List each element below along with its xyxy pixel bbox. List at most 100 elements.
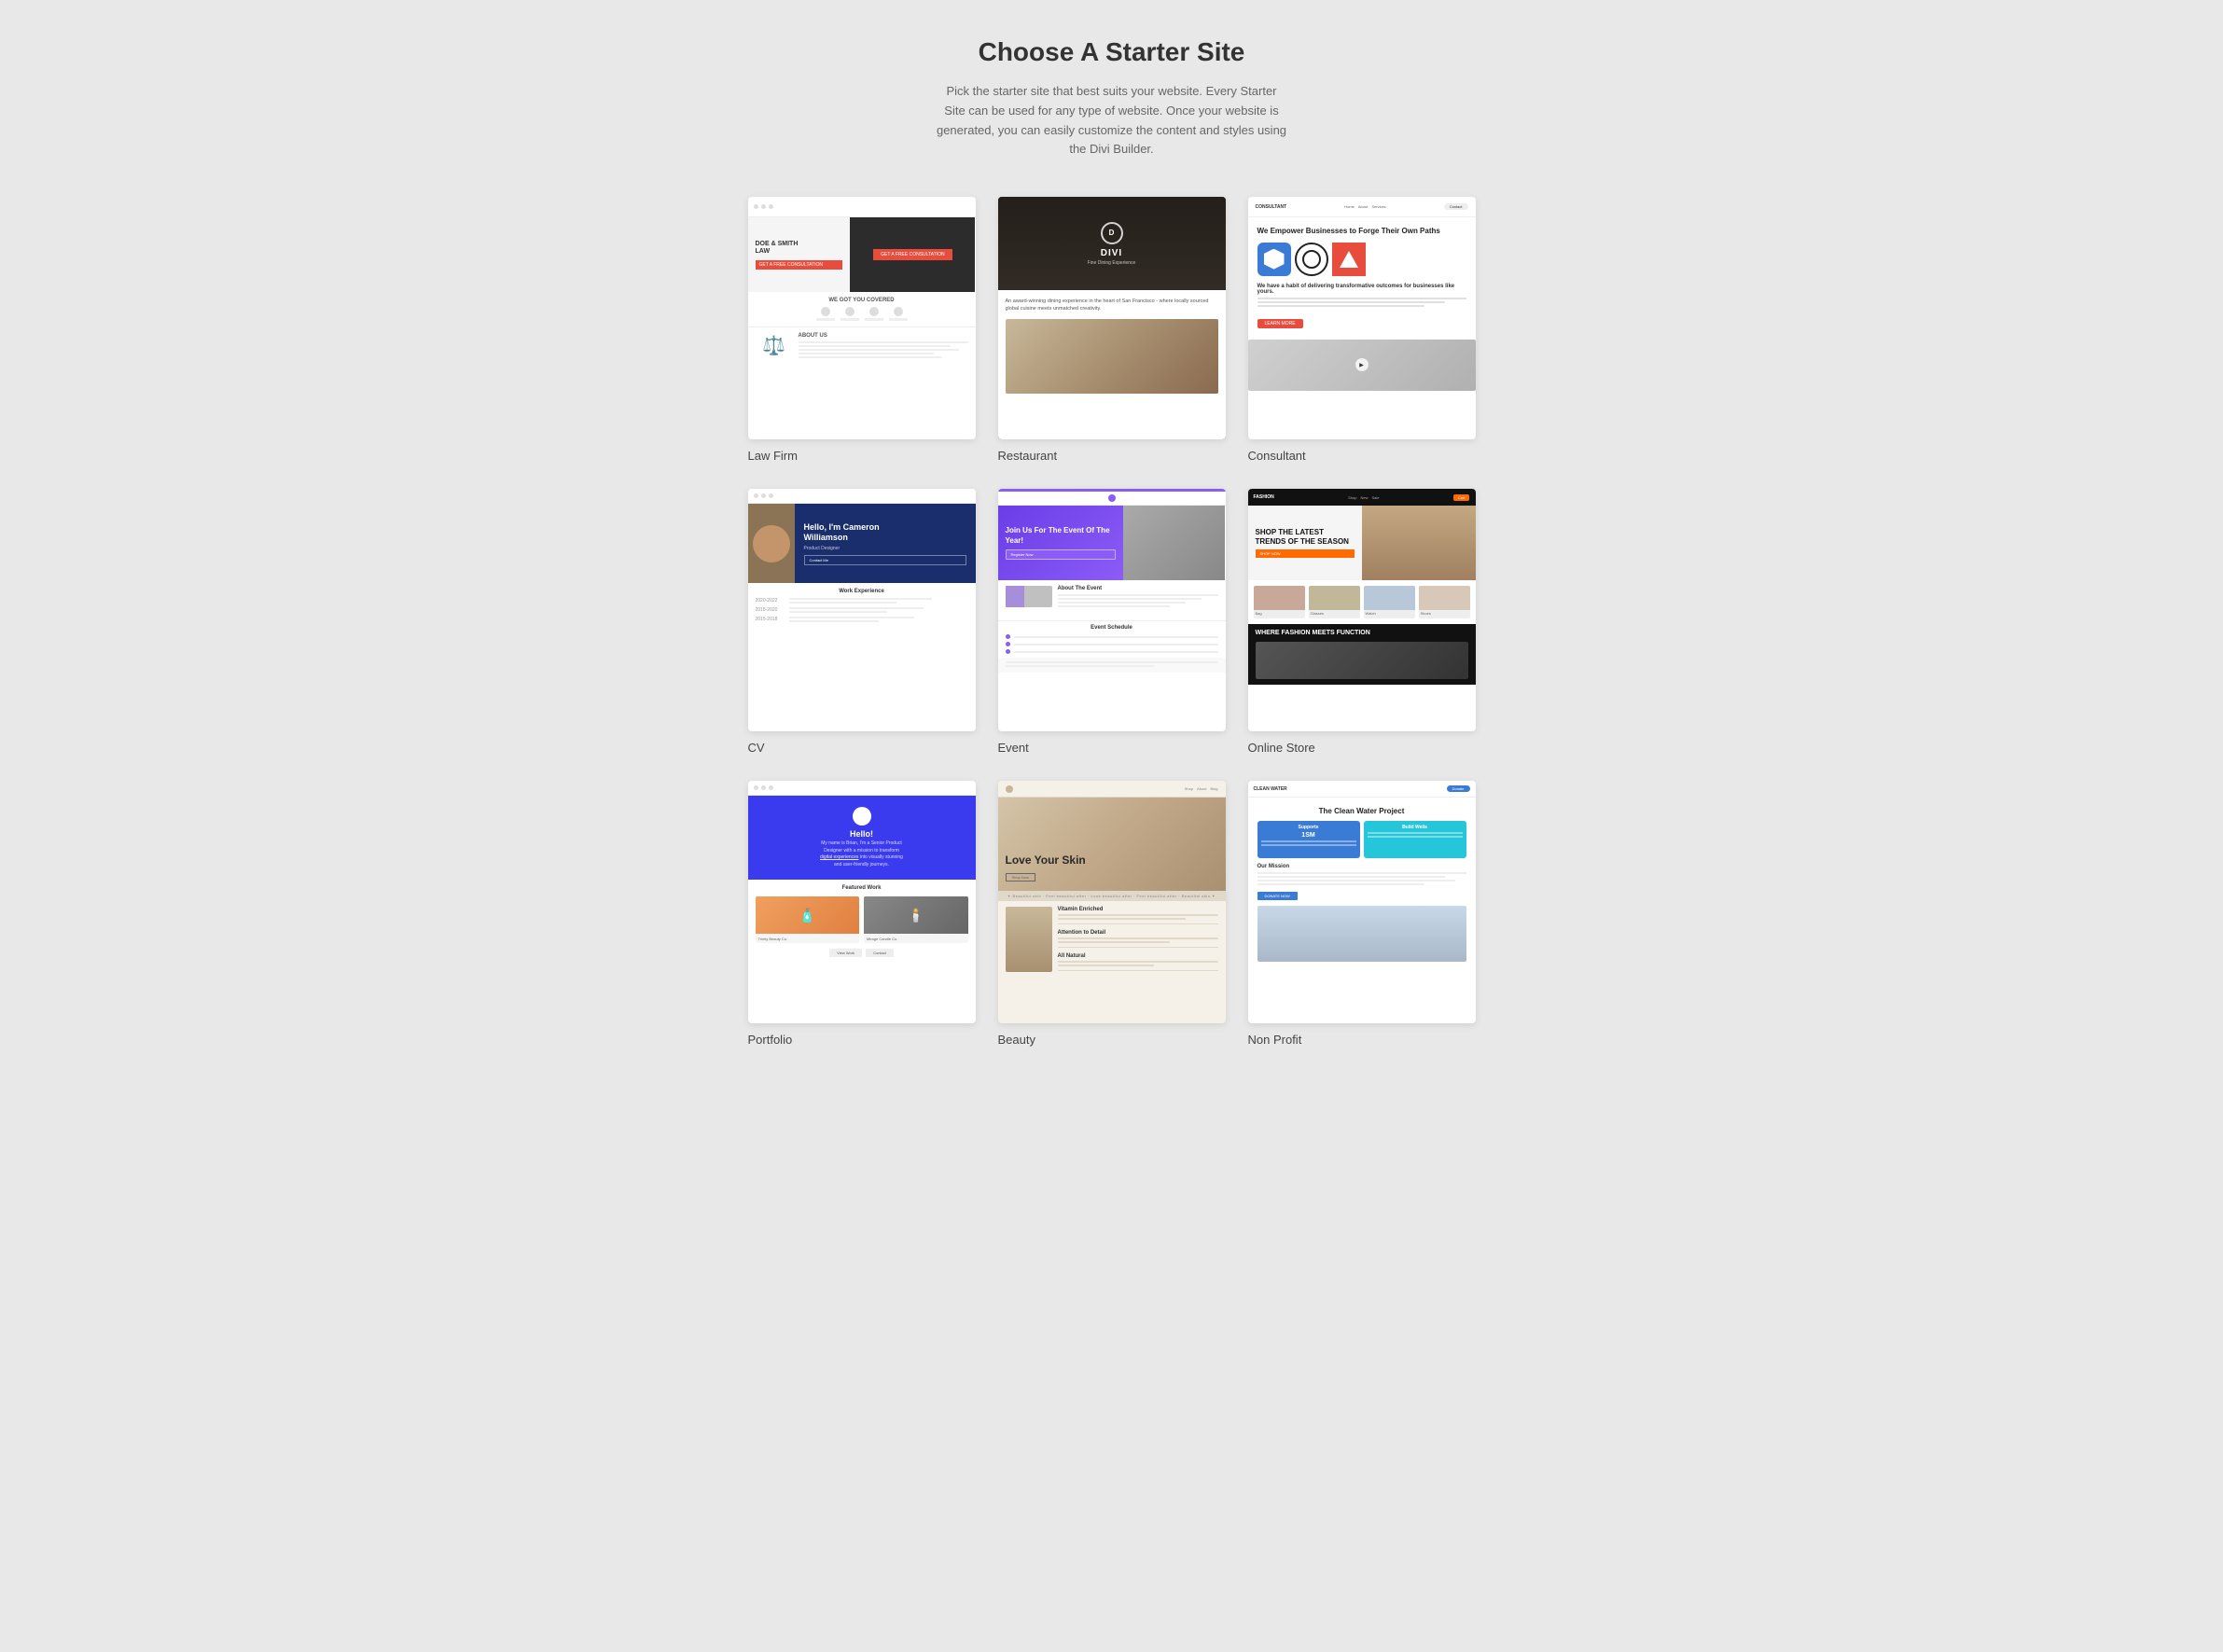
portfolio-label: Portfolio (748, 1033, 976, 1047)
np-stats: Supports 1SM Build Wells (1257, 821, 1466, 858)
cons-laptop-img: ▶ (1248, 340, 1476, 391)
feat-line (1058, 965, 1154, 966)
cv-work-section: Work Experience 2020-2022 2018-2020 (748, 583, 976, 628)
rest-content: An award-winning dining experience in th… (998, 290, 1226, 439)
port-buttons: View Work Contact (756, 949, 968, 957)
cons-header: CONSULTANT Home About Services Contact (1248, 197, 1476, 217)
cv-exp-2: 2018-2020 (756, 607, 968, 613)
np-title: The Clean Water Project (1257, 807, 1466, 815)
sched-line (1014, 651, 1218, 653)
site-card-cv[interactable]: Hello, I'm CameronWilliamson Product Des… (748, 489, 976, 755)
product-1: Bag (1254, 586, 1305, 618)
line (1257, 301, 1446, 303)
event-header (998, 489, 1226, 506)
icon-label (841, 318, 859, 321)
feat-line (1058, 961, 1218, 963)
event-sched-rows (1006, 634, 1218, 654)
event-hero: Join Us For The Event Of The Year! Regis… (998, 506, 1226, 580)
nonprofit-preview: CLEAN WATER Donate The Clean Water Proje… (1248, 781, 1476, 1023)
event-footer (998, 658, 1226, 673)
exp-lines (789, 598, 968, 604)
line (1257, 305, 1424, 307)
work1-label: Trinity Beauty Co. (756, 934, 860, 943)
event-schedule: Event Schedule (998, 620, 1226, 658)
np-line (1261, 844, 1356, 846)
np-stat1-title: Supports (1261, 825, 1356, 830)
law-icon-4 (889, 307, 908, 321)
dot1 (754, 493, 758, 498)
beauty-label: Beauty (998, 1033, 1226, 1047)
restaurant-label: Restaurant (998, 449, 1226, 463)
feat-line (1058, 914, 1218, 916)
site-card-event[interactable]: Join Us For The Event Of The Year! Regis… (998, 489, 1226, 755)
port-btn-1: View Work (829, 949, 862, 957)
law-hero-left: DOE & SMITHLAW GET A FREE CONSULTATION (748, 217, 851, 292)
footer-line (1006, 665, 1155, 667)
port-works: 🧴 Trinity Beauty Co. 🕯️ Mirage Candle Co… (756, 896, 968, 943)
restaurant-preview: D DIVI Fine Dining Experience An award-w… (998, 197, 1226, 439)
line (1058, 605, 1170, 607)
store-hero-img (1362, 506, 1476, 580)
dot3 (769, 493, 773, 498)
site-card-portfolio[interactable]: Hello! My name is Brian, I'm a Senior Pr… (748, 781, 976, 1047)
beauty-hero-bg: Love Your Skin Shop Now (998, 798, 1226, 891)
beauty-tagline: ✦ Beautiful skin · Feel beautiful after … (998, 891, 1226, 901)
np-card-lines (1261, 840, 1356, 846)
law-hero-cta: GET A FREE CONSULTATION (873, 249, 952, 260)
nav3: Sale (1372, 495, 1380, 500)
beauty-title: Love Your Skin (1006, 854, 1086, 867)
law-covered-section: WE GOT YOU COVERED (748, 292, 976, 327)
store-banner-img (1256, 642, 1468, 679)
event-color-block (1006, 586, 1024, 607)
line (789, 598, 933, 600)
site-card-beauty[interactable]: Shop About Blog Love Your Skin Shop Now … (998, 781, 1226, 1047)
event-text-lines (1058, 594, 1218, 607)
site-card-restaurant[interactable]: D DIVI Fine Dining Experience An award-w… (998, 197, 1226, 463)
feat-3: All Natural (1058, 953, 1218, 971)
site-card-nonprofit[interactable]: CLEAN WATER Donate The Clean Water Proje… (1248, 781, 1476, 1047)
site-card-consultant[interactable]: CONSULTANT Home About Services Contact W… (1248, 197, 1476, 463)
event-about: About The Event (1006, 586, 1218, 607)
law-about-lines (799, 341, 968, 358)
sched-row-1 (1006, 634, 1218, 639)
nav2: About (1197, 786, 1206, 791)
port-desc: My name is Brian, I'm a Senior ProductDe… (757, 840, 966, 868)
cons-text-title: We have a habit of delivering transforma… (1257, 284, 1466, 295)
shape-red (1332, 243, 1366, 276)
beauty-nav: Shop About Blog (1185, 786, 1218, 791)
product-label: Glasses (1309, 610, 1360, 617)
feat-2: Attention to Detail (1058, 930, 1218, 948)
dot2 (761, 785, 766, 790)
event-register-btn: Register Now (1006, 549, 1116, 560)
line (799, 341, 968, 343)
site-card-store[interactable]: FASHION Shop New Sale Cart SHOP THE LATE… (1248, 489, 1476, 755)
product-img (1309, 586, 1360, 610)
store-hero: SHOP THE LATEST TRENDS OF THE SEASON SHO… (1248, 506, 1476, 580)
beauty-product-img (1006, 907, 1052, 972)
product-label: Bag (1254, 610, 1305, 617)
year1: 2020-2022 (756, 598, 784, 604)
law-covered-title: WE GOT YOU COVERED (756, 298, 968, 303)
hexagon-shape (1264, 249, 1285, 270)
event-content: About The Event (998, 580, 1226, 620)
icon-circle (894, 307, 903, 316)
law-icon-3 (865, 307, 883, 321)
cons-text: We have a habit of delivering transforma… (1257, 284, 1466, 307)
site-card-law-firm[interactable]: DOE & SMITHLAW GET A FREE CONSULTATION G… (748, 197, 976, 463)
np-stat1-num: 1SM (1261, 832, 1356, 839)
np-stat-2: Build Wells (1364, 821, 1466, 858)
line (1257, 298, 1466, 299)
store-hero-title: SHOP THE LATEST TRENDS OF THE SEASON (1256, 528, 1355, 546)
law-cta: GET A FREE CONSULTATION (756, 260, 843, 270)
product-label: Watch (1364, 610, 1415, 617)
exp-lines (789, 617, 968, 622)
icon-circle (821, 307, 830, 316)
icon-label (865, 318, 883, 321)
np-hands-img (1257, 906, 1466, 962)
cons-logo: CONSULTANT (1256, 204, 1287, 210)
beauty-features: Vitamin Enriched Attention to Detail All… (998, 901, 1226, 978)
store-product-grid: Bag Glasses Watch Shoes (1248, 580, 1476, 624)
line (1058, 602, 1187, 604)
law-firm-name: DOE & SMITHLAW (756, 241, 843, 257)
year2: 2018-2020 (756, 607, 784, 613)
